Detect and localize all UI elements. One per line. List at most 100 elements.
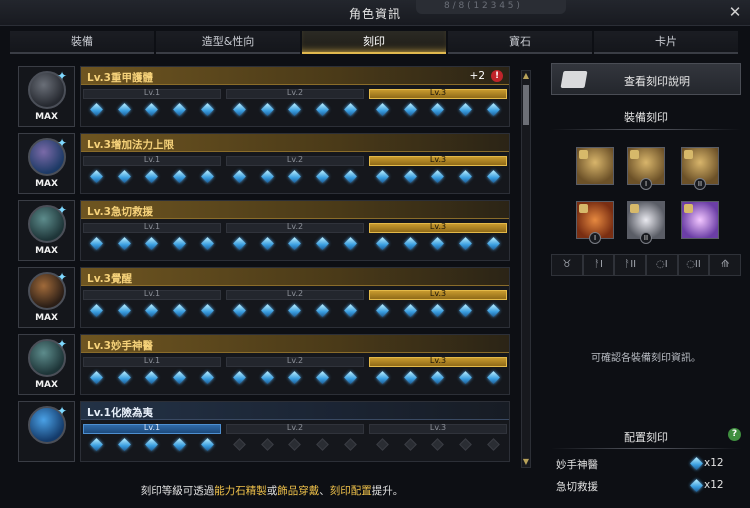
config-name: 妙手神醫	[556, 459, 598, 471]
view-engraving-explain-button[interactable]: 查看刻印說明	[551, 63, 741, 95]
slot-ring-2[interactable]: II	[627, 201, 665, 244]
tab-cards[interactable]: 卡片	[594, 31, 738, 54]
lock-icon	[684, 150, 693, 159]
gem-icon	[173, 438, 186, 451]
tier-badge: II	[694, 178, 706, 190]
gem-icon	[145, 170, 159, 183]
tab-appearance[interactable]: 造型&性向	[156, 31, 300, 54]
gem-group	[369, 371, 507, 385]
footer-text: 、	[319, 485, 330, 497]
gem-icon	[376, 170, 390, 183]
gem-group	[83, 170, 221, 184]
gem-icon	[431, 438, 445, 451]
slot-earring-1[interactable]: I	[627, 147, 665, 190]
level-bar: Lv.3	[369, 222, 507, 233]
engraving-row[interactable]: ✦ Lv.1化險為夷 Lv.1 Lv.2 Lv.3	[18, 401, 512, 462]
level-label: Lv.1	[143, 155, 161, 164]
engraving-row[interactable]: ✦ MAX Lv.3重甲護體 +2! Lv.1 Lv.2 Lv.3	[18, 66, 512, 127]
scroll-up-icon[interactable]: ▲	[522, 71, 530, 81]
gem-icon	[261, 170, 274, 183]
gem-icon	[486, 237, 500, 250]
tab-engraving[interactable]: 刻印	[302, 31, 446, 54]
tier-badge: II	[640, 232, 652, 244]
level-label: Lv.3	[429, 222, 447, 231]
help-icon[interactable]: ?	[728, 428, 741, 441]
scroll-down-icon[interactable]: ▼	[522, 457, 530, 467]
engraving-progress: Lv.3增加法力上限 Lv.1 Lv.2 Lv.3	[80, 133, 510, 194]
gem-icon	[261, 304, 274, 317]
level-label: Lv.2	[286, 423, 304, 432]
slot-ring-1[interactable]: I	[576, 201, 614, 244]
close-icon[interactable]: ✕	[726, 3, 744, 21]
scroll-thumb[interactable]	[523, 85, 529, 125]
level-label: Lv.2	[286, 88, 304, 97]
gem-icon	[173, 371, 186, 384]
filter-earring-1-icon[interactable]: ᚨI	[582, 254, 615, 276]
level-bar: Lv.1	[83, 222, 221, 233]
filter-earring-2-icon[interactable]: ᚨII	[614, 254, 647, 276]
level-label: Lv.3	[429, 88, 447, 97]
star-icon: ✦	[57, 337, 68, 351]
engraving-header: Lv.3重甲護體 +2!	[81, 67, 509, 85]
gem-icon	[343, 170, 357, 183]
star-icon: ✦	[57, 404, 68, 418]
tab-gems[interactable]: 寶石	[448, 31, 592, 54]
gem-group	[83, 438, 221, 452]
level-label: Lv.2	[286, 155, 304, 164]
gem-icon	[288, 103, 302, 116]
filter-ring-2-icon[interactable]: ◌II	[677, 254, 710, 276]
gem-icon	[233, 371, 247, 384]
filter-necklace-icon[interactable]: ♉	[551, 254, 583, 276]
warning-icon[interactable]: !	[491, 70, 503, 82]
gem-group	[83, 304, 221, 318]
gem-icon	[90, 237, 104, 250]
gem-icon	[486, 371, 500, 384]
gem-icon	[404, 170, 417, 183]
level-label: Lv.1	[143, 356, 161, 365]
gem-icon	[145, 237, 159, 250]
engraving-row[interactable]: ✦ MAX Lv.3覺醒 Lv.1 Lv.2 Lv.3	[18, 267, 512, 328]
gem-icon	[90, 103, 104, 116]
filter-ring-1-icon[interactable]: ◌I	[646, 254, 678, 276]
footer-hint: 刻印等級可透過能力石精製或飾品穿戴、刻印配置提升。	[0, 483, 544, 498]
gem-icon	[118, 371, 131, 384]
gem-icon	[261, 371, 274, 384]
slot-earring-2[interactable]: II	[681, 147, 719, 190]
bonus-count: +2	[469, 70, 485, 82]
window-title: 角色資訊	[348, 7, 401, 21]
gem-icon	[459, 371, 472, 384]
gem-icon	[200, 237, 214, 250]
gem-icon	[173, 237, 186, 250]
gem-icon	[288, 371, 302, 384]
gem-icon	[404, 371, 417, 384]
gem-icon	[288, 438, 302, 451]
engraving-header: Lv.1化險為夷	[81, 402, 509, 420]
gem-icon	[173, 103, 186, 116]
engraving-row[interactable]: ✦ MAX Lv.3妙手神醫 Lv.1 Lv.2 Lv.3	[18, 334, 512, 395]
engraving-progress: Lv.3妙手神醫 Lv.1 Lv.2 Lv.3	[80, 334, 510, 395]
gem-icon	[459, 304, 472, 317]
lock-icon	[630, 150, 639, 159]
engraving-row[interactable]: ✦ MAX Lv.3增加法力上限 Lv.1 Lv.2 Lv.3	[18, 133, 512, 194]
level-bar: Lv.3	[369, 289, 507, 300]
engraving-row[interactable]: ✦ MAX Lv.3急切救援 Lv.1 Lv.2 Lv.3	[18, 200, 512, 261]
footer-text: 刻印等級可透過	[140, 485, 215, 497]
gem-group	[226, 237, 364, 251]
level-bar: Lv.3	[369, 155, 507, 166]
gem-icon	[90, 170, 104, 183]
scrollbar[interactable]: ▲ ▼	[521, 70, 531, 468]
level-bar: Lv.2	[226, 356, 364, 367]
tab-equipment[interactable]: 裝備	[10, 31, 154, 54]
gem-icon	[145, 304, 159, 317]
gem-icon	[316, 103, 329, 116]
engraving-medal: ✦ MAX	[18, 267, 75, 328]
config-name: 急切救援	[556, 481, 598, 493]
slot-ability-stone[interactable]	[681, 201, 719, 239]
star-icon: ✦	[57, 270, 68, 284]
filter-stone-icon[interactable]: ⟰	[709, 254, 742, 276]
slot-necklace[interactable]	[576, 147, 614, 185]
level-label: Lv.1	[143, 289, 161, 298]
gem-icon	[233, 103, 247, 116]
gem-icon	[486, 170, 500, 183]
engraving-medal: ✦ MAX	[18, 200, 75, 261]
